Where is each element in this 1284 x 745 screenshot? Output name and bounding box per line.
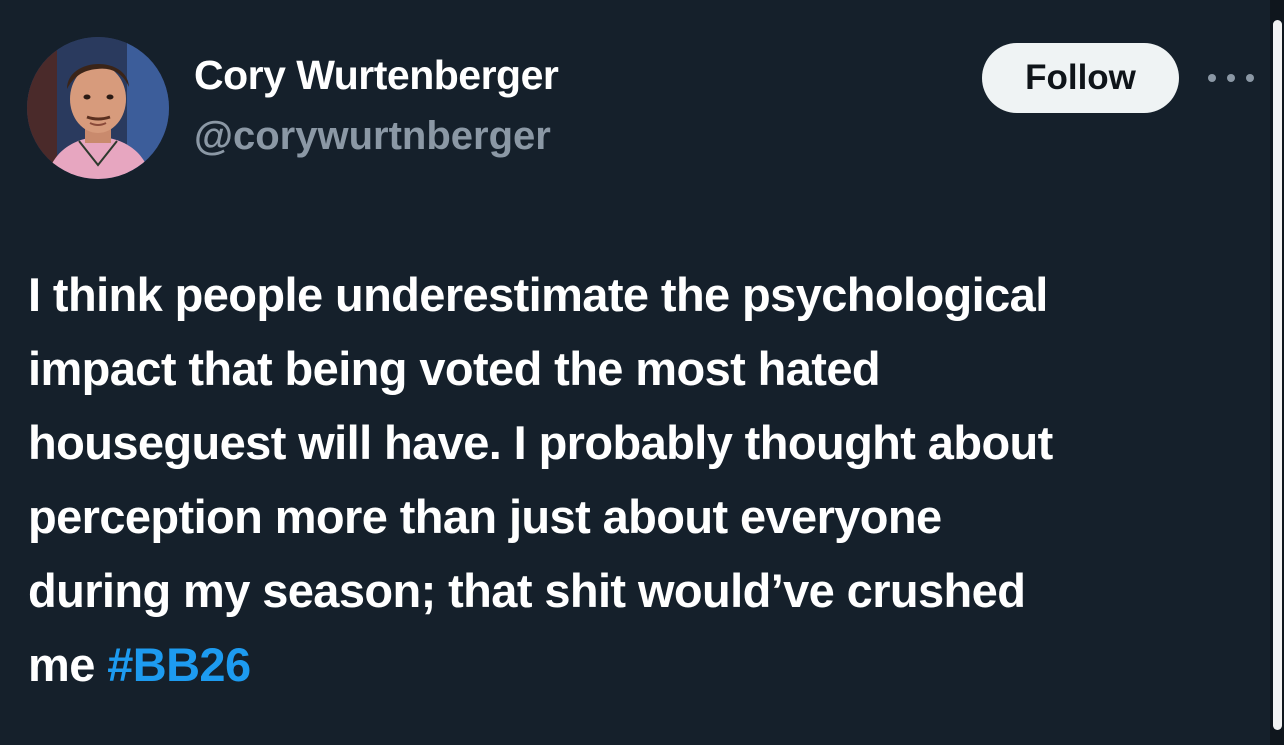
tweet-text-line: impact that being voted the most hated [28,342,881,395]
tweet-text-line: houseguest will have. I probably thought… [28,416,1053,469]
hashtag-link[interactable]: #BB26 [107,638,251,691]
author-avatar[interactable] [27,37,169,179]
tweet-text-last-line: me #BB26 [28,628,1268,702]
tweet-text-line: during my season; that shit would’ve cru… [28,564,1026,617]
more-dot [1246,74,1254,82]
tweet-text: I think people underestimate the psychol… [28,258,1268,702]
author-handle[interactable]: @corywurtnberger [194,114,551,159]
tweet-text-segment: me [28,638,95,691]
scrollbar[interactable] [1270,0,1284,745]
more-dot [1208,74,1216,82]
more-options-icon[interactable] [1208,64,1254,92]
author-display-name[interactable]: Cory Wurtenberger [194,52,559,99]
tweet-text-line: perception more than just about everyone [28,490,942,543]
avatar-photo-icon [27,37,169,179]
tweet-card: Cory Wurtenberger @corywurtnberger Follo… [0,0,1284,745]
follow-button[interactable]: Follow [982,43,1179,113]
scrollbar-thumb[interactable] [1273,20,1282,730]
more-dot [1227,74,1235,82]
tweet-text-line: I think people underestimate the psychol… [28,268,1048,321]
